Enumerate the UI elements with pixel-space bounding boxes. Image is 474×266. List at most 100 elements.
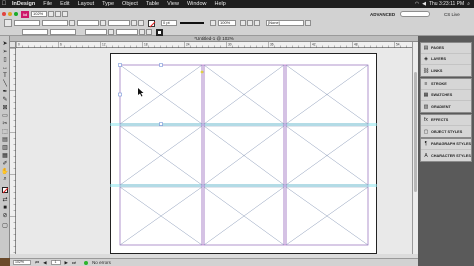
panel-swatches[interactable]: ▦ SWATCHES <box>421 90 471 101</box>
stroke-type-line[interactable] <box>180 22 204 24</box>
panel-object-styles[interactable]: ▢ OBJECT STYLES <box>421 126 471 137</box>
eyedropper-tool-icon[interactable]: ✐ <box>1 160 9 167</box>
first-page-icon[interactable]: ⏮ <box>35 259 39 266</box>
menu-edit[interactable]: Edit <box>56 0 73 8</box>
ruler-tick-label: 42 <box>312 42 316 46</box>
zoom-tool-icon[interactable]: ⌕ <box>1 176 9 183</box>
page-number-field[interactable]: 1 <box>50 260 61 265</box>
menu-window[interactable]: Window <box>183 0 211 8</box>
opacity-field[interactable]: 100% <box>218 20 236 26</box>
stroke-swatch-icon[interactable] <box>156 28 163 36</box>
volume-icon[interactable]: ◀ <box>422 0 426 8</box>
zoom-status-field[interactable]: 102% <box>13 260 31 265</box>
panel-links[interactable]: ⛓ LINKS <box>421 65 471 76</box>
document-page[interactable] <box>110 53 377 254</box>
line-tool-icon[interactable]: ╲ <box>1 80 9 87</box>
free-transform-tool-icon[interactable]: ⬚ <box>1 128 9 135</box>
gradient-swatch-tool-icon[interactable]: ▤ <box>1 136 9 143</box>
spotlight-icon[interactable]: ⌕ <box>467 0 470 8</box>
panel-layers[interactable]: ◈ LAYERS <box>421 54 471 65</box>
menu-file[interactable]: File <box>39 0 56 8</box>
menu-indesign[interactable]: InDesign <box>8 0 39 8</box>
object-style-field[interactable]: [None] <box>266 20 304 26</box>
y-position-field[interactable] <box>22 29 48 35</box>
menu-help[interactable]: Help <box>211 0 230 8</box>
shear-icon[interactable] <box>108 29 114 35</box>
selection-tool-icon[interactable]: ➤ <box>1 40 9 47</box>
gap-tool-icon[interactable]: ↔ <box>1 64 9 71</box>
flip-horizontal-icon[interactable] <box>131 20 137 26</box>
panel-stroke[interactable]: ≡ STROKE <box>421 79 471 90</box>
apple-icon[interactable]:  <box>0 0 8 8</box>
menu-object[interactable]: Object <box>118 0 142 8</box>
quick-apply-icon[interactable] <box>305 20 311 26</box>
menu-type[interactable]: Type <box>98 0 118 8</box>
fx-icon[interactable] <box>210 20 216 26</box>
direct-selection-tool-icon[interactable]: ➢ <box>1 48 9 55</box>
links-icon: ⛓ <box>422 67 430 74</box>
cs-live-button[interactable]: CS Live <box>444 12 460 17</box>
scale-y-field[interactable] <box>85 29 107 35</box>
scale-x-field[interactable] <box>77 20 99 26</box>
width-field[interactable] <box>42 20 68 26</box>
select-container-icon[interactable] <box>139 29 145 35</box>
shear-field[interactable] <box>116 29 138 35</box>
stroke-weight-field[interactable]: 0 pt <box>161 20 177 26</box>
page-tool-icon[interactable]: ▯ <box>1 56 9 63</box>
scroll-thumb[interactable] <box>414 72 417 192</box>
pen-tool-icon[interactable]: ✒ <box>1 88 9 95</box>
search-field[interactable] <box>400 11 430 17</box>
minimize-window-icon[interactable] <box>8 12 12 16</box>
last-page-icon[interactable]: ⏭ <box>72 259 76 266</box>
fill-stroke-icon[interactable] <box>1 186 9 193</box>
screen-mode-button[interactable] <box>55 11 61 17</box>
select-content-icon[interactable] <box>146 29 152 35</box>
pencil-tool-icon[interactable]: ✎ <box>1 96 9 103</box>
character-styles-icon: A <box>424 152 428 159</box>
panel-gradient[interactable]: ▥ GRADIENT <box>421 101 471 112</box>
apply-color-icon[interactable]: ■ <box>1 204 9 211</box>
panel-effects[interactable]: fx EFFECTS <box>421 115 471 126</box>
menubar-clock[interactable]: Thu 3:23:11 PM <box>429 0 464 8</box>
panel-label: LINKS <box>431 68 443 73</box>
type-tool-icon[interactable]: T <box>1 72 9 79</box>
align-left-icon[interactable] <box>240 20 246 26</box>
panel-character-styles[interactable]: A CHARACTER STYLES <box>421 150 471 161</box>
previous-page-icon[interactable]: ◀ <box>43 259 46 266</box>
align-center-icon[interactable] <box>247 20 253 26</box>
panel-pages[interactable]: ▤ PAGES <box>421 43 471 54</box>
wifi-icon[interactable]: ◠ <box>415 0 419 8</box>
flip-vertical-icon[interactable] <box>138 20 144 26</box>
rotation-field[interactable] <box>108 20 130 26</box>
view-options-button[interactable] <box>48 11 54 17</box>
rectangle-frame-tool-icon[interactable]: ⊠ <box>1 104 9 111</box>
reference-point-icon[interactable] <box>4 19 12 27</box>
scissors-tool-icon[interactable]: ✂ <box>1 120 9 127</box>
constrain-proportions-icon[interactable] <box>69 20 75 26</box>
screen-mode-icon[interactable]: ▢ <box>1 222 9 229</box>
menu-table[interactable]: Table <box>142 0 163 8</box>
rectangle-tool-icon[interactable]: ▭ <box>1 112 9 119</box>
arrange-documents-button[interactable] <box>62 11 68 17</box>
x-position-field[interactable] <box>14 20 40 26</box>
apply-none-icon[interactable]: ⊘ <box>1 212 9 219</box>
note-tool-icon[interactable]: ▦ <box>1 152 9 159</box>
menu-view[interactable]: View <box>163 0 183 8</box>
preflight-status-text[interactable]: No errors <box>92 259 111 266</box>
pasteboard[interactable] <box>16 48 412 254</box>
rotate-icon[interactable] <box>100 20 106 26</box>
zoom-window-icon[interactable] <box>14 12 18 16</box>
preflight-status-icon[interactable] <box>84 260 89 265</box>
hand-tool-icon[interactable]: ✋ <box>1 168 9 175</box>
next-page-icon[interactable]: ▶ <box>65 259 68 266</box>
panel-paragraph-styles[interactable]: ¶ PARAGRAPH STYLES <box>421 139 471 150</box>
close-window-icon[interactable] <box>2 12 6 16</box>
workspace-switcher[interactable]: ADVANCED <box>370 12 395 17</box>
zoom-level-field[interactable]: 102% <box>31 11 47 17</box>
height-field[interactable] <box>50 29 76 35</box>
fill-swatch-icon[interactable] <box>148 19 156 27</box>
swap-fill-stroke-icon[interactable]: ⇄ <box>1 196 9 203</box>
align-right-icon[interactable] <box>254 20 260 26</box>
menu-layout[interactable]: Layout <box>74 0 99 8</box>
gradient-feather-tool-icon[interactable]: ▥ <box>1 144 9 151</box>
